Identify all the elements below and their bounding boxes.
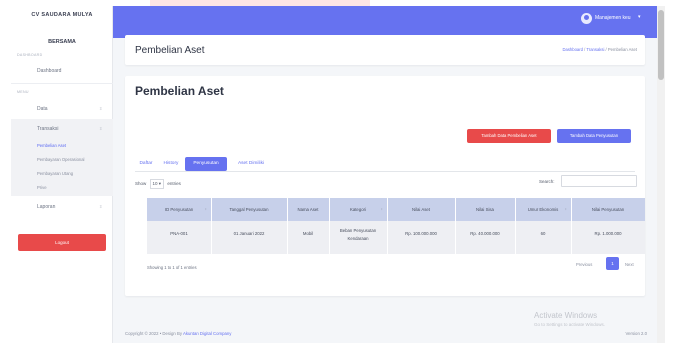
user-name[interactable]: Manajemen keu	[595, 15, 631, 21]
col-nama-aset[interactable]: Nama Aset	[287, 207, 329, 212]
section-dashboard: DASHBOARD	[17, 53, 43, 57]
tab-history[interactable]: History	[159, 157, 183, 171]
entries-control: Show 10 ▾ entries	[135, 179, 181, 189]
sort-icon[interactable]: ↕	[381, 207, 383, 211]
search-input[interactable]	[561, 175, 637, 187]
chevron-icon: ⇳	[99, 126, 103, 131]
cell-kategori: Beban Penyusutan Kendaraan	[339, 228, 377, 241]
show-label: Show	[135, 181, 147, 186]
breadcrumb-transaksi[interactable]: Transaksi	[586, 47, 604, 52]
divider	[11, 83, 113, 84]
scrollbar-thumb[interactable]	[658, 10, 664, 80]
col-nilai-sisa[interactable]: Nilai Sisa	[455, 207, 515, 212]
cell-nilai-aset: Rp. 100.000.000	[405, 231, 437, 236]
sidebar-subitem-pembayaran-utang[interactable]: Pembayaran Utang	[37, 171, 73, 176]
cell-umur-ekonomis: 60	[540, 231, 546, 236]
tab-penyusutan[interactable]: Penyusutan	[185, 157, 227, 171]
tab-divider	[135, 171, 635, 172]
add-pembelian-aset-button[interactable]: Tambah Data Pembelian Aset	[467, 129, 551, 143]
col-nilai-penyusutan[interactable]: Nilai Penyusutan	[571, 207, 645, 212]
sidebar-item-dashboard[interactable]: Dashboard	[37, 68, 61, 74]
topbar	[113, 6, 657, 38]
chevron-icon: ⇳	[99, 106, 103, 111]
table-info: Showing 1 to 1 of 1 entries	[147, 265, 197, 270]
chevron-icon: ⇳	[99, 204, 103, 209]
col-id-penyusutan[interactable]: ID Penyusutan	[147, 207, 211, 212]
col-tanggal-penyusutan[interactable]: Tanggal Penyusutan	[211, 207, 287, 212]
add-penyusutan-button[interactable]: Tambah Data Penyusutan	[557, 129, 631, 143]
breadcrumb: Dashboard / Transaksi / Pembelian Aset	[562, 47, 637, 52]
tab-aset-dimiliki[interactable]: Aset Dimiliki	[229, 157, 273, 171]
cell-nama-aset: Mobil	[302, 231, 314, 236]
breadcrumb-current: Pembelian Aset	[607, 47, 637, 52]
activate-windows-subtitle: Go to Settings to activate Windows.	[534, 322, 606, 327]
sidebar-item-laporan[interactable]: Laporan	[37, 204, 55, 210]
brand-name-line2: BERSAMA	[48, 39, 76, 45]
sidebar-subitem-prive[interactable]: Prive	[37, 185, 47, 190]
cell-nilai-sisa: Rp. 40.000.000	[470, 231, 500, 236]
breadcrumb-dashboard[interactable]: Dashboard	[562, 47, 583, 52]
sort-icon[interactable]: ↕	[565, 207, 567, 211]
col-kategori[interactable]: Kategori	[329, 207, 387, 212]
section-menu: MENU	[17, 90, 29, 94]
footer-version: Version 2.0	[625, 331, 648, 336]
sidebar-item-transaksi[interactable]: Transaksi	[37, 126, 59, 132]
logout-button[interactable]: Logout	[18, 234, 106, 251]
sidebar-subitem-pembelian-aset[interactable]: Pembelian Aset	[37, 143, 66, 148]
user-avatar-icon[interactable]	[581, 13, 592, 24]
card-title: Pembelian Aset	[135, 84, 224, 98]
cell-id: PNA-001	[170, 231, 188, 236]
page-title: Pembelian Aset	[135, 45, 205, 56]
sidebar-subitem-pembayaran-operasional[interactable]: Pembayaran Operasional	[37, 157, 85, 162]
entries-select[interactable]: 10 ▾	[149, 179, 165, 189]
app-window: CV SAUDARA MULYA BERSAMA DASHBOARD Dashb…	[11, 6, 657, 343]
brand-name: CV SAUDARA MULYA	[31, 12, 93, 18]
activate-windows-title: Activate Windows	[534, 311, 598, 320]
page-header: Pembelian Aset Dashboard / Transaksi / P…	[125, 35, 645, 65]
col-umur-ekonomis[interactable]: Umur Ekonomis	[515, 207, 571, 212]
content-card: Pembelian Aset Tambah Data Pembelian Ase…	[125, 76, 645, 296]
cell-nilai-penyusutan: Rp. 1.000.000	[594, 231, 622, 236]
sidebar: CV SAUDARA MULYA BERSAMA DASHBOARD Dashb…	[11, 6, 113, 343]
footer-company-link[interactable]: Akuntan Digital Company	[183, 331, 232, 336]
col-nilai-aset[interactable]: Nilai Aset	[387, 207, 455, 212]
sidebar-item-data[interactable]: Data	[37, 106, 48, 112]
sort-icon[interactable]: ↕	[205, 207, 207, 211]
caret-down-icon[interactable]: ▾	[638, 14, 641, 20]
tab-daftar[interactable]: Daftar	[135, 157, 157, 171]
entries-label: entries	[167, 181, 181, 186]
pagination-next[interactable]: Next	[625, 262, 634, 267]
footer: Copyright © 2022 • Design By Akuntan Dig…	[125, 331, 231, 336]
pagination-page-1[interactable]: 1	[606, 257, 619, 270]
cell-tanggal: 01 Januari 2022	[233, 231, 265, 236]
pagination-previous[interactable]: Previous	[576, 262, 592, 267]
search-label: Search:	[539, 179, 555, 184]
footer-copyright: Copyright © 2022 • Design By	[125, 331, 182, 336]
